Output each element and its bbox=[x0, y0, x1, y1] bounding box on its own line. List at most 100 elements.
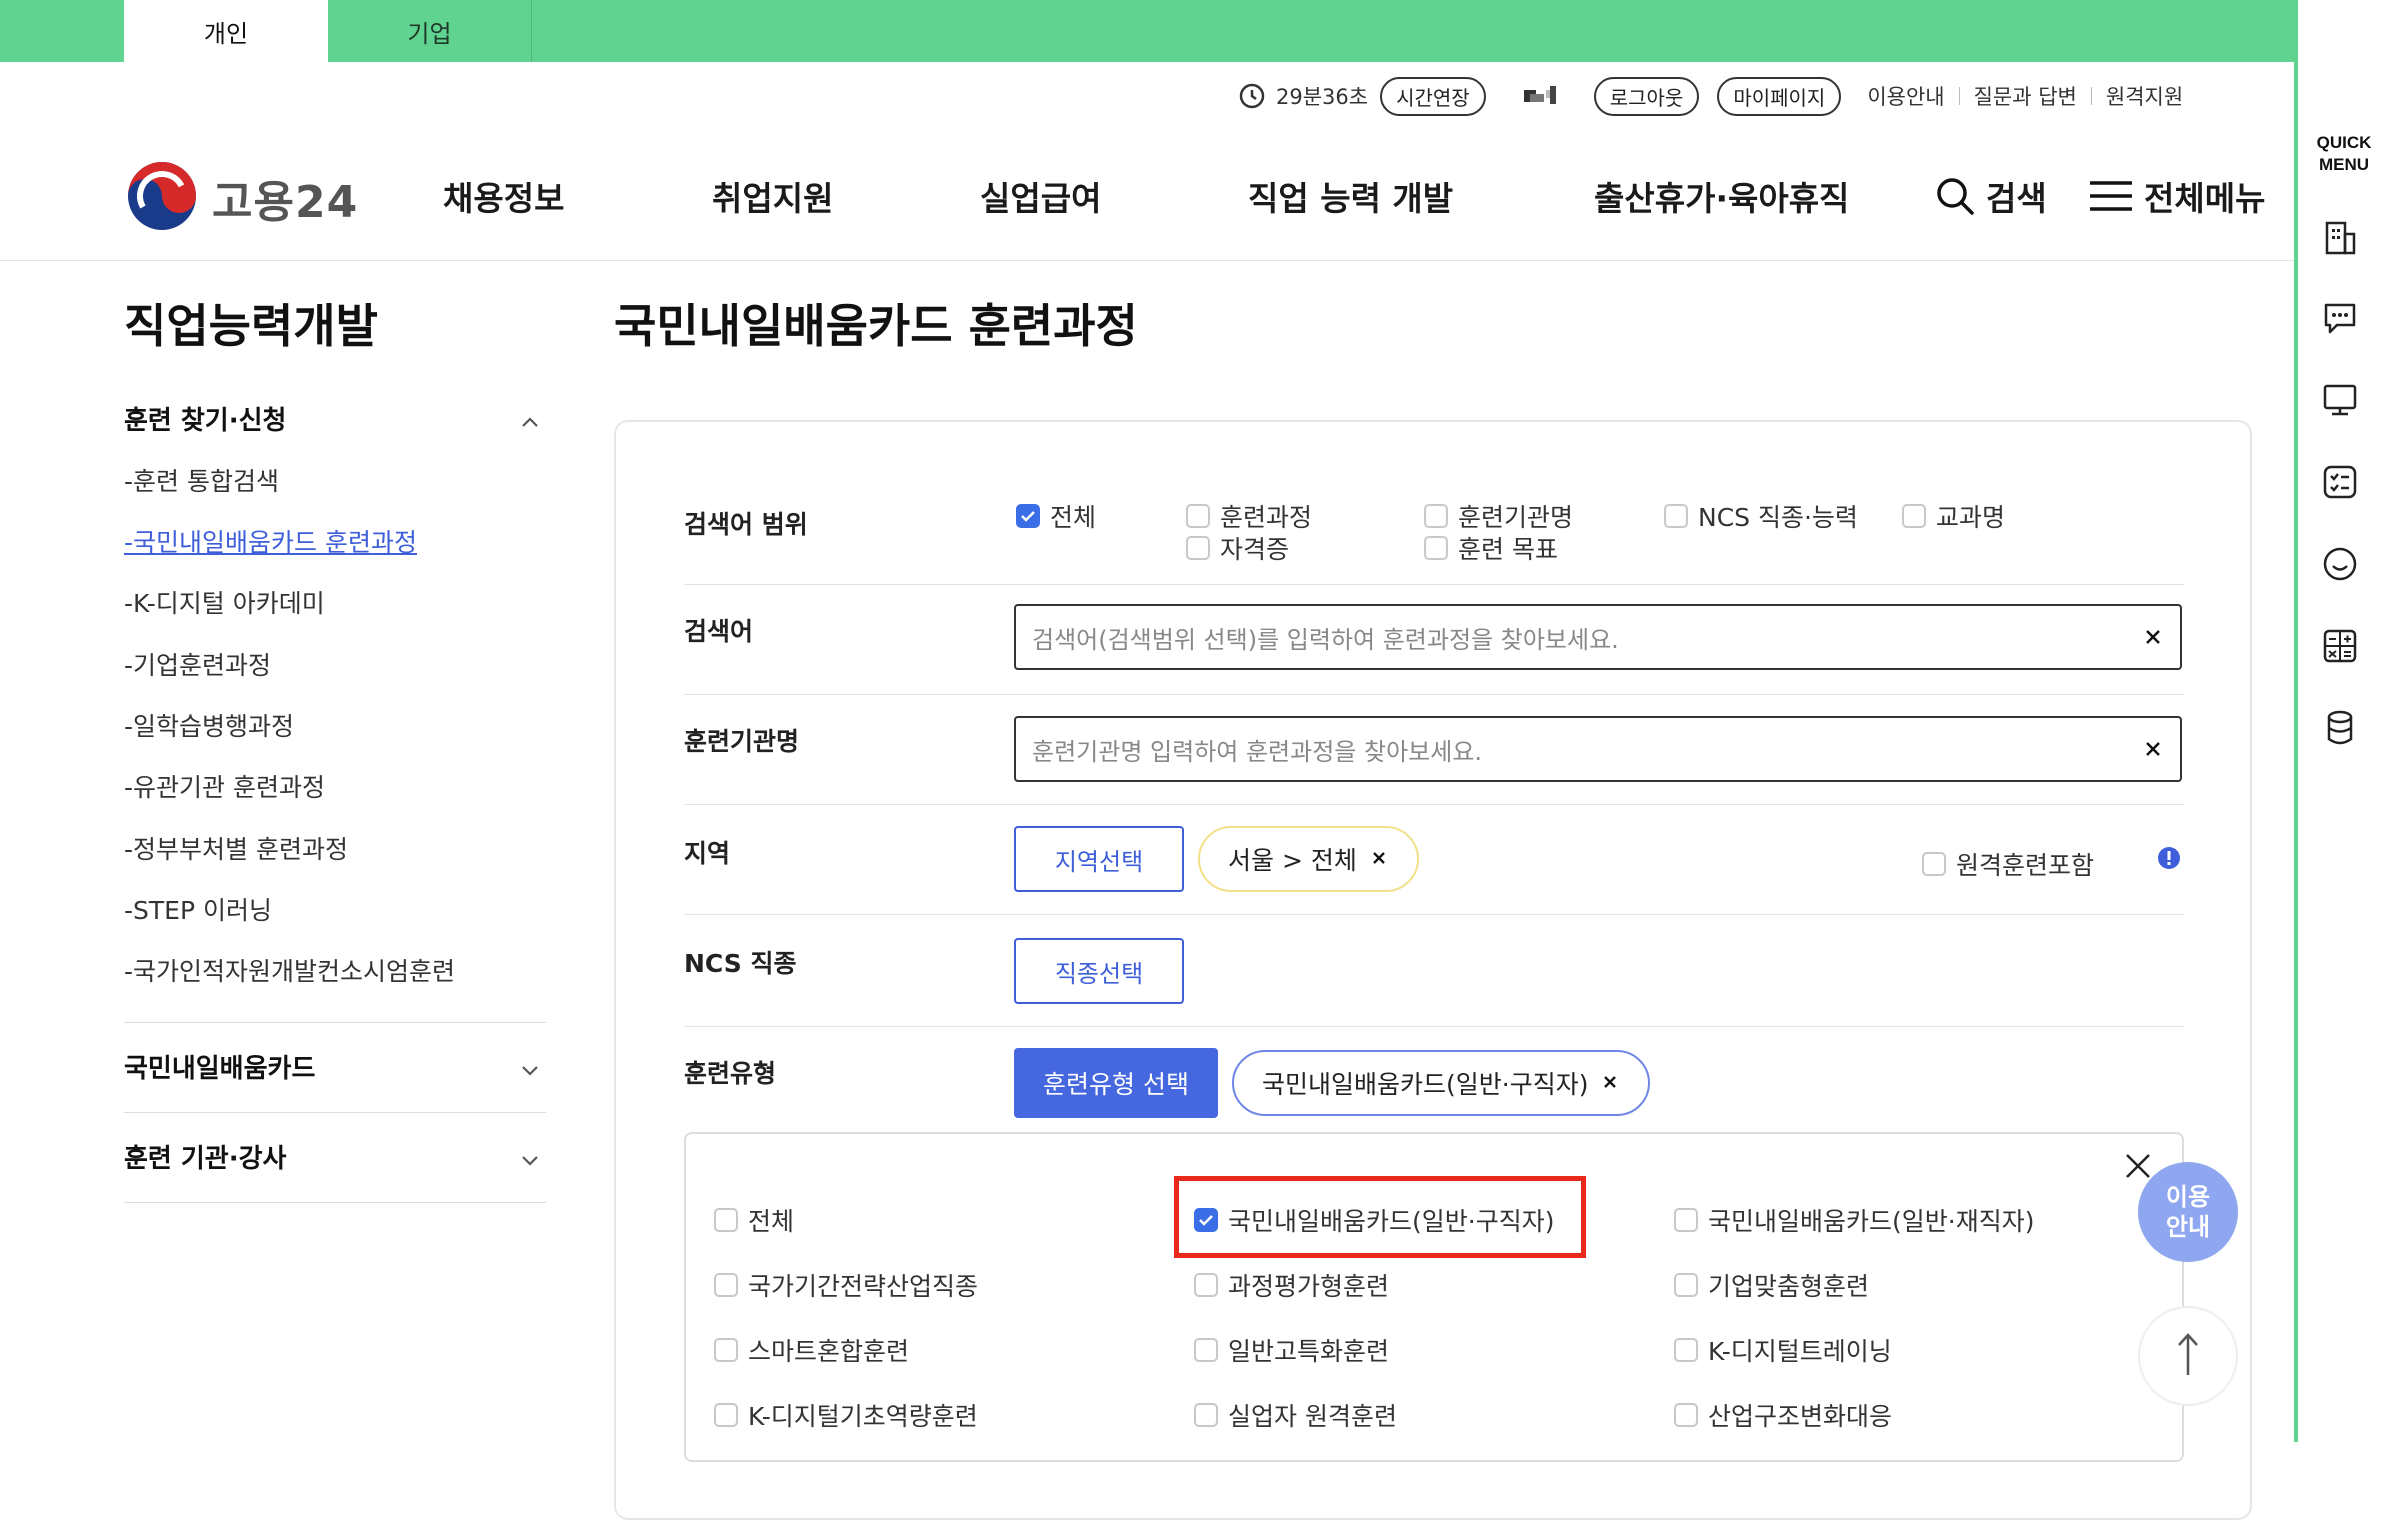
clear-icon[interactable] bbox=[2140, 624, 2166, 656]
nav-job-info[interactable]: 채용정보 bbox=[443, 172, 564, 220]
checkbox-empty-icon bbox=[1674, 1273, 1698, 1297]
type-option-company-custom[interactable]: 기업맞춤형훈련 bbox=[1674, 1267, 1869, 1303]
sidebar-item-card-courses[interactable]: -국민내일배움카드 훈련과정 bbox=[124, 523, 417, 559]
checkbox-label: 훈련과정 bbox=[1220, 503, 1313, 532]
region-chip-label: 서울 > 전체 bbox=[1228, 846, 1357, 875]
checkbox-label: 기업맞춤형훈련 bbox=[1708, 1272, 1870, 1301]
type-option-strategic-industry[interactable]: 국가기간전략산업직종 bbox=[714, 1267, 978, 1303]
checkbox-label: K-디지털기초역량훈련 bbox=[748, 1402, 978, 1431]
highlight-box bbox=[1174, 1176, 1586, 1258]
calculator-icon[interactable] bbox=[2320, 626, 2360, 666]
training-type-select-button[interactable]: 훈련유형 선택 bbox=[1014, 1048, 1218, 1118]
type-option-industry-change[interactable]: 산업구조변화대응 bbox=[1674, 1397, 1892, 1433]
site-logo[interactable]: 고용24 bbox=[124, 158, 358, 238]
all-menu-button[interactable]: 전체메뉴 bbox=[2088, 172, 2265, 220]
checklist-icon[interactable] bbox=[2320, 462, 2360, 502]
building-icon[interactable] bbox=[2320, 218, 2360, 258]
info-icon[interactable] bbox=[2156, 845, 2182, 875]
keyword-input[interactable]: 검색어(검색범위 선택)를 입력하여 훈련과정을 찾아보세요. bbox=[1014, 604, 2182, 670]
help-line2: 안내 bbox=[2165, 1213, 2211, 1241]
header-divider bbox=[0, 260, 2294, 261]
scope-ncs-checkbox[interactable]: NCS 직종·능력 bbox=[1664, 498, 1858, 534]
type-option-k-digital-basic[interactable]: K-디지털기초역량훈련 bbox=[714, 1397, 978, 1433]
checkbox-empty-icon bbox=[714, 1208, 738, 1232]
nav-unemployment-benefit[interactable]: 실업급여 bbox=[980, 172, 1101, 220]
training-type-chip[interactable]: 국민내일배움카드(일반·구직자) bbox=[1232, 1050, 1651, 1116]
remove-icon[interactable] bbox=[1369, 845, 1389, 874]
sidebar-item-integrated-search[interactable]: -훈련 통합검색 bbox=[124, 462, 279, 498]
scope-certificate-checkbox[interactable]: 자격증 bbox=[1186, 530, 1289, 566]
logout-button[interactable]: 로그아웃 bbox=[1593, 76, 1700, 116]
mypage-button[interactable]: 마이페이지 bbox=[1717, 76, 1842, 116]
sidebar-item-related-agency[interactable]: -유관기관 훈련과정 bbox=[124, 768, 325, 804]
checkbox-label: 산업구조변화대응 bbox=[1708, 1402, 1893, 1431]
smile-icon[interactable] bbox=[2320, 544, 2360, 584]
checkbox-label: NCS 직종·능력 bbox=[1698, 503, 1858, 532]
checkbox-empty-icon bbox=[1186, 504, 1210, 528]
scope-subject-checkbox[interactable]: 교과명 bbox=[1902, 498, 2005, 534]
clear-icon[interactable] bbox=[2140, 736, 2166, 768]
region-chip[interactable]: 서울 > 전체 bbox=[1198, 826, 1419, 892]
checkbox-label: 국민내일배움카드(일반·재직자) bbox=[1708, 1207, 2035, 1236]
monitor-icon[interactable] bbox=[2320, 380, 2360, 420]
header-search-button[interactable]: 검색 bbox=[1934, 172, 2047, 220]
scope-course-checkbox[interactable]: 훈련과정 bbox=[1186, 498, 1312, 534]
menu-label: 전체메뉴 bbox=[2144, 179, 2266, 218]
nav-vocational-development[interactable]: 직업 능력 개발 bbox=[1248, 172, 1453, 220]
checkbox-checked-icon bbox=[1016, 504, 1040, 528]
chevron-down-icon bbox=[520, 1144, 540, 1174]
checkbox-empty-icon bbox=[714, 1338, 738, 1362]
sidebar-item-work-study[interactable]: -일학습병행과정 bbox=[124, 707, 294, 743]
scope-all-checkbox[interactable]: 전체 bbox=[1016, 498, 1096, 534]
scroll-top-button[interactable] bbox=[2138, 1306, 2238, 1406]
scope-goal-checkbox[interactable]: 훈련 목표 bbox=[1424, 530, 1558, 566]
extend-session-button[interactable]: 시간연장 bbox=[1380, 76, 1486, 116]
scope-institution-checkbox[interactable]: 훈련기관명 bbox=[1424, 498, 1573, 534]
training-type-label: 훈련유형 bbox=[684, 1059, 777, 1088]
sidebar-item-k-digital-academy[interactable]: -K-디지털 아카데미 bbox=[124, 584, 325, 620]
checkbox-empty-icon bbox=[714, 1403, 738, 1427]
type-option-course-evaluation[interactable]: 과정평가형훈련 bbox=[1194, 1267, 1389, 1303]
checkbox-label: 과정평가형훈련 bbox=[1228, 1272, 1390, 1301]
chat-icon[interactable] bbox=[2320, 298, 2360, 338]
remote-training-checkbox[interactable]: 원격훈련포함 bbox=[1922, 846, 2094, 882]
checkbox-empty-icon bbox=[1424, 536, 1448, 560]
nav-parental-leave[interactable]: 출산휴가·육아휴직 bbox=[1594, 172, 1849, 220]
sidebar-group-find-training[interactable]: 훈련 찾기·신청 bbox=[124, 400, 546, 437]
remove-icon[interactable] bbox=[1600, 1069, 1620, 1098]
institution-input[interactable]: 훈련기관명 입력하여 훈련과정을 찾아보세요. bbox=[1014, 716, 2182, 782]
checkbox-label: 스마트혼합훈련 bbox=[748, 1337, 910, 1366]
database-icon[interactable] bbox=[2320, 708, 2360, 748]
usage-guide-floating-button[interactable]: 이용 안내 bbox=[2138, 1162, 2238, 1262]
sidebar-item-company-training[interactable]: -기업훈련과정 bbox=[124, 646, 271, 682]
region-select-button[interactable]: 지역선택 bbox=[1014, 826, 1184, 892]
checkbox-label: 일반고특화훈련 bbox=[1228, 1337, 1390, 1366]
session-timer: 29분36초 bbox=[1276, 85, 1369, 109]
training-type-chip-label: 국민내일배움카드(일반·구직자) bbox=[1262, 1070, 1589, 1099]
divider bbox=[684, 1026, 2184, 1027]
tab-business[interactable]: 기업 bbox=[328, 0, 532, 62]
checkbox-empty-icon bbox=[1194, 1273, 1218, 1297]
type-option-k-digital-training[interactable]: K-디지털트레이닝 bbox=[1674, 1332, 1892, 1368]
type-option-card-employee[interactable]: 국민내일배움카드(일반·재직자) bbox=[1674, 1202, 2034, 1238]
sidebar-item-step-elearning[interactable]: -STEP 이러닝 bbox=[124, 891, 272, 927]
sidebar-group-card[interactable]: 국민내일배움카드 bbox=[124, 1048, 546, 1085]
sidebar-item-consortium[interactable]: -국가인적자원개발컨소시엄훈련 bbox=[124, 952, 455, 988]
sidebar-group-institution[interactable]: 훈련 기관·강사 bbox=[124, 1138, 546, 1175]
tab-personal[interactable]: 개인 bbox=[124, 0, 328, 62]
ncs-select-button[interactable]: 직종선택 bbox=[1014, 938, 1184, 1004]
type-option-all[interactable]: 전체 bbox=[714, 1202, 794, 1238]
checkbox-empty-icon bbox=[1194, 1338, 1218, 1362]
type-option-smart-mixed[interactable]: 스마트혼합훈련 bbox=[714, 1332, 909, 1368]
usage-guide-link[interactable]: 이용안내 bbox=[1867, 81, 1944, 111]
nav-employment-support[interactable]: 취업지원 bbox=[712, 172, 833, 220]
remote-support-link[interactable]: 원격지원 bbox=[2106, 81, 2183, 111]
type-option-highschool[interactable]: 일반고특화훈련 bbox=[1194, 1332, 1389, 1368]
divider bbox=[684, 584, 2184, 585]
checkbox-label: 국가기간전략산업직종 bbox=[748, 1272, 979, 1301]
sidebar-item-government-ministry[interactable]: -정부부처별 훈련과정 bbox=[124, 830, 348, 866]
clock-icon bbox=[1238, 82, 1266, 110]
hamburger-icon bbox=[2088, 178, 2134, 214]
type-option-unemployed-remote[interactable]: 실업자 원격훈련 bbox=[1194, 1397, 1397, 1433]
qna-link[interactable]: 질문과 답변 bbox=[1974, 81, 2077, 111]
